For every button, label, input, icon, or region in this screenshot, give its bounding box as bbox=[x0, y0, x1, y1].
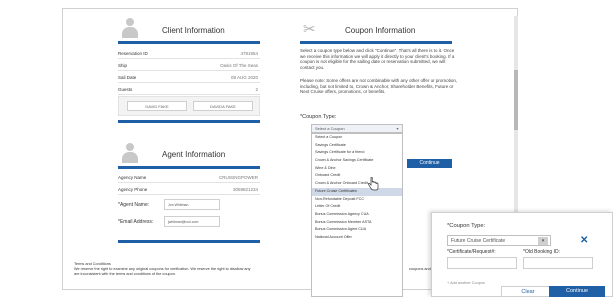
coupon-note-text: Please note: Some offers are not combina… bbox=[300, 78, 458, 94]
info-value: CRUISINGPOWER bbox=[218, 175, 258, 180]
guest-chip: DAVIDA FAKE bbox=[193, 101, 253, 111]
agent-info-title: Agent Information bbox=[162, 150, 226, 159]
info-value: 08 AUG 2020 bbox=[230, 75, 258, 80]
coupon-dropdown-list[interactable]: Select a Coupon Savings Certificate Savi… bbox=[311, 133, 403, 297]
popup-coupon-select[interactable]: Future Cruise Certificate ▾ bbox=[447, 235, 551, 246]
dropdown-option[interactable]: Bonus Commission Member ASTA bbox=[312, 219, 402, 227]
person-icon bbox=[119, 142, 141, 164]
info-row-guests: Guests 2 bbox=[118, 84, 260, 95]
dropdown-option[interactable]: Select a Coupon bbox=[312, 134, 402, 142]
close-icon[interactable]: ✕ bbox=[580, 235, 588, 246]
continue-button[interactable]: Continue bbox=[407, 159, 452, 168]
hand-cursor-icon bbox=[368, 177, 379, 191]
add-coupon-link[interactable]: + Add another Coupon bbox=[447, 281, 485, 285]
dropdown-option[interactable]: Bonus Commission Agent CUA bbox=[312, 226, 402, 234]
certificate-label: *Certificate/Request#: bbox=[447, 249, 496, 255]
coupon-intro-text: Select a coupon type below and click "Co… bbox=[300, 48, 455, 70]
client-info-title: Client Information bbox=[162, 26, 225, 35]
agent-info-bar bbox=[118, 166, 260, 169]
info-row-sail-date: Sail Date 08 AUG 2020 bbox=[118, 72, 260, 83]
agent-name-label: *Agent Name: bbox=[118, 202, 150, 208]
info-row-reservation: Reservation ID 4781954 bbox=[118, 48, 260, 59]
clear-button[interactable]: Clear bbox=[501, 286, 555, 297]
coupon-popup-panel: *Coupon Type: Future Cruise Certificate … bbox=[431, 212, 613, 297]
email-input[interactable]: jwhitman@rccl.com bbox=[164, 216, 220, 227]
certificate-input[interactable] bbox=[447, 257, 517, 269]
scrollbar-thumb[interactable] bbox=[514, 70, 518, 130]
chevron-down-icon[interactable]: ▾ bbox=[538, 237, 548, 245]
terms-text-2: are inconsistent with the terms and cond… bbox=[74, 272, 176, 276]
guest-chip: DAVID FAKE bbox=[127, 101, 187, 111]
info-label: Guests bbox=[118, 87, 133, 92]
info-label: Agency Phone bbox=[118, 187, 148, 192]
email-row: *Email Address: jwhitman@rccl.com bbox=[118, 214, 260, 230]
email-label: *Email Address: bbox=[118, 219, 154, 225]
info-value: 3059821234 bbox=[232, 187, 258, 192]
dropdown-option[interactable]: Wine & Dine bbox=[312, 165, 402, 173]
coupon-type-label: *Coupon Type: bbox=[300, 114, 337, 120]
dropdown-option-selected[interactable]: Future Cruise Certificates bbox=[312, 187, 402, 196]
info-row-ship: Ship Oasis Of The Seas bbox=[118, 60, 260, 71]
info-value: Oasis Of The Seas bbox=[220, 63, 258, 68]
client-info-bar bbox=[118, 41, 260, 44]
dropdown-option[interactable]: Onboard Credit bbox=[312, 172, 402, 180]
scissors-icon: ✂ bbox=[303, 21, 316, 38]
dropdown-option[interactable]: Savings Certificate bbox=[312, 142, 402, 150]
popup-continue-button[interactable]: Continue bbox=[549, 286, 605, 297]
info-value: 2 bbox=[255, 87, 258, 92]
dropdown-option[interactable]: Savings Certificate for a friend bbox=[312, 149, 402, 157]
info-row-agency-phone: Agency Phone 3059821234 bbox=[118, 184, 260, 195]
info-label: Agency Name bbox=[118, 175, 147, 180]
coupon-select-value: Select a Coupon bbox=[315, 126, 345, 131]
coupon-type-select[interactable]: Select a Coupon ▾ bbox=[311, 124, 403, 133]
dropdown-option[interactable]: National Account Offer bbox=[312, 234, 402, 242]
guest-list: DAVID FAKE DAVIDA FAKE bbox=[118, 96, 260, 116]
terms-block: Terms and Conditions We reserve the righ… bbox=[74, 262, 302, 277]
agent-info-bottom-bar bbox=[118, 240, 260, 243]
dropdown-option[interactable]: Letter Of Credit bbox=[312, 203, 402, 211]
popup-select-value: Future Cruise Certificate bbox=[451, 238, 506, 244]
popup-coupon-type-label: *Coupon Type: bbox=[447, 223, 486, 229]
chevron-down-icon[interactable]: ▾ bbox=[393, 125, 402, 132]
agent-name-input[interactable]: Jon Whitman bbox=[164, 199, 220, 210]
client-info-bottom-bar bbox=[118, 120, 260, 123]
info-label: Reservation ID bbox=[118, 51, 148, 56]
dropdown-option[interactable]: Bonus Commission Agency CUA bbox=[312, 211, 402, 219]
info-row-agency-name: Agency Name CRUISINGPOWER bbox=[118, 172, 260, 183]
info-label: Sail Date bbox=[118, 75, 137, 80]
dropdown-option[interactable]: Crown & Anchor Savings Certificate bbox=[312, 157, 402, 165]
dropdown-option[interactable]: Crown & Anchor Onboard Credit bbox=[312, 180, 402, 188]
info-label: Ship bbox=[118, 63, 128, 68]
dropdown-option[interactable]: Non-Refundable Deposit FCC bbox=[312, 196, 402, 204]
agent-name-row: *Agent Name: Jon Whitman bbox=[118, 197, 260, 213]
person-icon bbox=[119, 17, 141, 39]
coupon-info-bar bbox=[300, 41, 452, 44]
coupon-info-title: Coupon Information bbox=[345, 26, 416, 35]
info-value: 4781954 bbox=[240, 51, 258, 56]
old-booking-input[interactable] bbox=[523, 257, 593, 269]
old-booking-label: *Old Booking ID: bbox=[523, 249, 560, 255]
